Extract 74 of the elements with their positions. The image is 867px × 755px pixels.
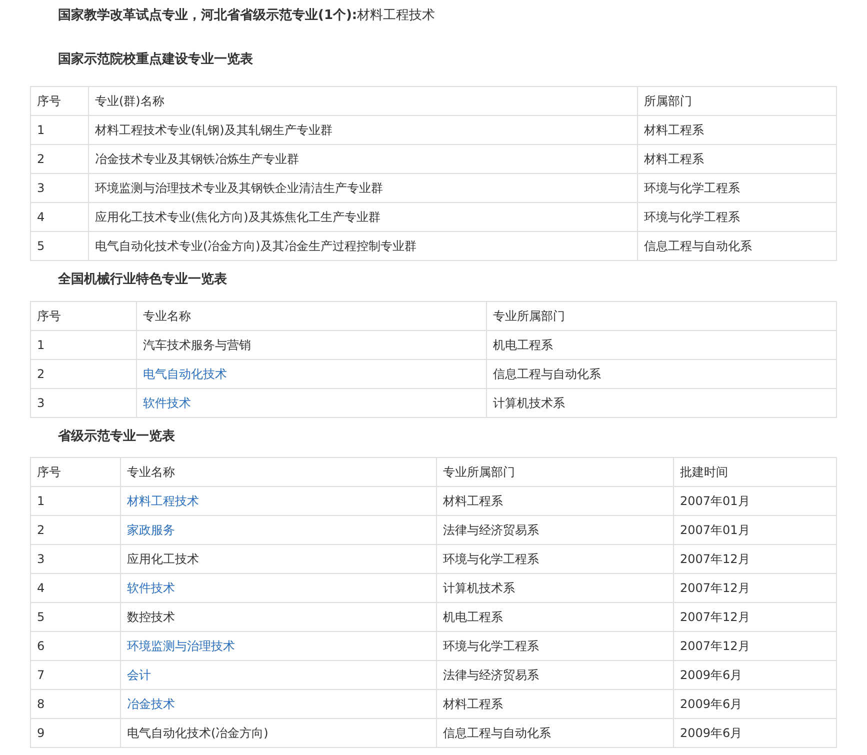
table-cell: 2007年01月 [674, 516, 836, 544]
table-heading: 国家示范院校重点建设专业一览表 [57, 50, 254, 69]
column-header: 批建时间 [674, 458, 836, 486]
table-cell: 2009年6月 [674, 718, 836, 748]
table-cell: 电气自动化技术(冶金方向) [120, 718, 436, 748]
column-header: 专业名称 [136, 302, 486, 330]
column-header: 序号 [30, 458, 120, 486]
table-cell: 数控技术 [120, 602, 436, 632]
table-cell: 环境监测与治理技术专业及其钢铁企业清洁生产专业群 [88, 174, 638, 202]
major-link[interactable]: 会计 [127, 668, 151, 682]
table-cell: 材料工程系 [638, 116, 836, 144]
table-cell: 机电工程系 [436, 602, 674, 632]
column-header: 所属部门 [638, 86, 836, 116]
table-cell: 1 [30, 486, 120, 516]
table-cell: 3 [30, 174, 88, 202]
table-cell: 应用化工技术专业(焦化方向)及其炼焦化工生产专业群 [88, 202, 638, 232]
table-cell: 法律与经济贸易系 [436, 516, 674, 544]
table-cell: 冶金技术专业及其钢铁冶炼生产专业群 [88, 144, 638, 174]
column-header: 序号 [30, 302, 136, 330]
table-cell: 环境与化学工程系 [436, 632, 674, 660]
table-cell: 6 [30, 632, 120, 660]
column-header: 专业(群)名称 [88, 86, 638, 116]
table-cell: 1 [30, 330, 136, 360]
table-cell: 计算机技术系 [486, 388, 836, 418]
table-cell: 环境与化学工程系 [436, 544, 674, 574]
table-cell: 2007年12月 [674, 602, 836, 632]
table-cell: 2007年12月 [674, 574, 836, 602]
table-cell: 机电工程系 [486, 330, 836, 360]
table-cell: 2 [30, 144, 88, 174]
table-cell: 5 [30, 602, 120, 632]
table-cell: 4 [30, 574, 120, 602]
table-cell: 电气自动化技术专业(冶金方向)及其冶金生产过程控制专业群 [88, 232, 638, 260]
table-cell: 3 [30, 544, 120, 574]
table-cell: 2009年6月 [674, 690, 836, 718]
table-cell: 3 [30, 388, 136, 418]
table-cell: 2 [30, 360, 136, 388]
table-cell: 环境与化学工程系 [638, 174, 836, 202]
table-cell: 2007年12月 [674, 544, 836, 574]
table-cell: 2 [30, 516, 120, 544]
table-cell: 材料工程系 [638, 144, 836, 174]
table-cell: 材料工程技术专业(轧钢)及其轧钢生产专业群 [88, 116, 638, 144]
table-cell: 4 [30, 202, 88, 232]
table-cell: 5 [30, 232, 88, 260]
table-cell: 材料工程系 [436, 486, 674, 516]
table-cell: 2007年01月 [674, 486, 836, 516]
major-link[interactable]: 冶金技术 [127, 697, 175, 711]
table-cell: 7 [30, 660, 120, 690]
column-header: 专业名称 [120, 458, 436, 486]
major-link[interactable]: 家政服务 [127, 523, 175, 537]
table-cell: 信息工程与自动化系 [436, 718, 674, 748]
column-header: 专业所属部门 [486, 302, 836, 330]
table-cell: 材料工程系 [436, 690, 674, 718]
table-heading: 省级示范专业一览表 [57, 428, 176, 446]
table-cell: 汽车技术服务与营销 [136, 330, 486, 360]
major-link[interactable]: 电气自动化技术 [143, 367, 227, 381]
intro-text: 国家教学改革试点专业，河北省省级示范专业(1个):材料工程技术 [57, 6, 436, 25]
table-cell: 1 [30, 116, 88, 144]
table-cell: 应用化工技术 [120, 544, 436, 574]
major-link[interactable]: 环境监测与治理技术 [127, 639, 235, 653]
table-cell: 8 [30, 690, 120, 718]
table-cell: 信息工程与自动化系 [638, 232, 836, 260]
column-header: 专业所属部门 [436, 458, 674, 486]
column-header: 序号 [30, 86, 88, 116]
major-link[interactable]: 软件技术 [143, 396, 191, 410]
table-heading: 全国机械行业特色专业一览表 [57, 271, 228, 289]
table-cell: 9 [30, 718, 120, 748]
table-cell: 环境与化学工程系 [638, 202, 836, 232]
table-cell: 法律与经济贸易系 [436, 660, 674, 690]
major-link[interactable]: 软件技术 [127, 581, 175, 595]
table-cell: 2007年12月 [674, 632, 836, 660]
table-cell: 信息工程与自动化系 [486, 360, 836, 388]
table-cell: 2009年6月 [674, 660, 836, 690]
major-link[interactable]: 材料工程技术 [127, 494, 199, 508]
table-cell: 计算机技术系 [436, 574, 674, 602]
